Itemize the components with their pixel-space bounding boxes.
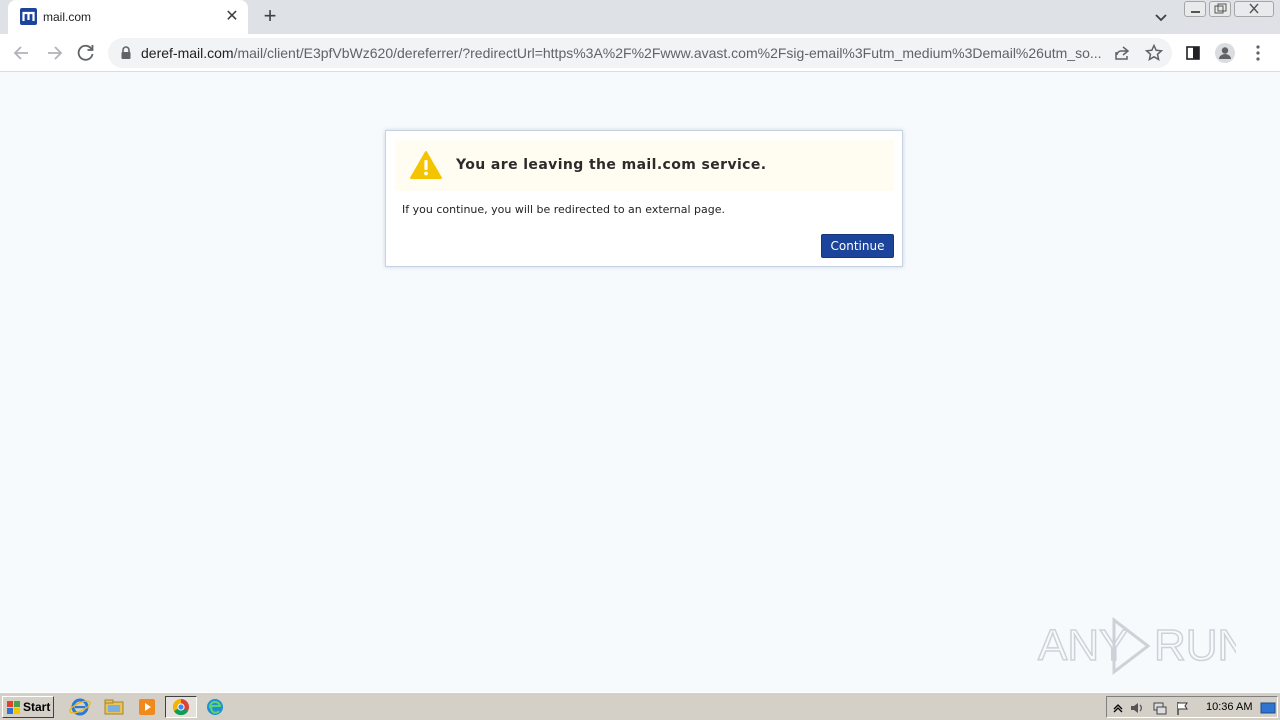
- new-tab-button[interactable]: +: [258, 5, 282, 29]
- share-icon[interactable]: [1112, 43, 1132, 63]
- url-path: /mail/client/E3pfVbWz620/dereferrer/?red…: [233, 45, 1101, 61]
- media-player-icon[interactable]: [135, 696, 159, 718]
- page-content: You are leaving the mail.com service. If…: [0, 72, 1280, 692]
- start-button[interactable]: Start: [2, 696, 54, 718]
- windows-flag-icon: [7, 701, 20, 714]
- tab-search-chevron-icon[interactable]: [1150, 7, 1172, 27]
- back-arrow-icon[interactable]: [8, 39, 36, 67]
- url-host: deref-mail.com: [141, 45, 234, 61]
- taskbar: Start 10:36 AM: [0, 692, 1280, 720]
- edge-icon[interactable]: [203, 696, 227, 718]
- dialog-message: If you continue, you will be redirected …: [402, 203, 725, 216]
- dialog-header: You are leaving the mail.com service.: [395, 140, 894, 191]
- warning-icon: [410, 151, 442, 179]
- tab-mail-com[interactable]: mail.com ✕: [8, 0, 248, 34]
- address-bar[interactable]: deref-mail.com/mail/client/E3pfVbWz620/d…: [108, 38, 1172, 68]
- action-center-flag-icon[interactable]: [1175, 700, 1191, 716]
- minimize-button[interactable]: [1184, 1, 1206, 17]
- url-text[interactable]: deref-mail.com/mail/client/E3pfVbWz620/d…: [141, 45, 1101, 61]
- forward-arrow-icon[interactable]: [40, 39, 68, 67]
- menu-kebab-icon[interactable]: [1247, 42, 1269, 64]
- chrome-icon: [172, 698, 189, 716]
- lock-icon: [121, 46, 131, 59]
- internet-explorer-icon[interactable]: [68, 696, 92, 718]
- start-label: Start: [23, 700, 51, 714]
- anyrun-watermark: ANY RUN: [1037, 616, 1236, 676]
- browser-toolbar: deref-mail.com/mail/client/E3pfVbWz620/d…: [0, 34, 1280, 72]
- restore-icon: [1214, 3, 1227, 14]
- network-icon[interactable]: [1152, 700, 1168, 716]
- tab-strip: mail.com ✕ +: [0, 0, 1280, 34]
- clock: 10:36 AM: [1206, 701, 1253, 713]
- bookmark-star-icon[interactable]: [1144, 43, 1164, 63]
- system-tray: 10:36 AM: [1106, 696, 1278, 718]
- close-window-button[interactable]: [1234, 1, 1274, 17]
- volume-icon[interactable]: [1129, 700, 1145, 716]
- leaving-service-dialog: You are leaving the mail.com service. If…: [385, 130, 903, 267]
- tray-expand-icon[interactable]: [1110, 700, 1126, 716]
- file-explorer-icon[interactable]: [102, 696, 126, 718]
- continue-button[interactable]: Continue: [821, 234, 894, 258]
- reload-icon[interactable]: [72, 39, 100, 67]
- mail-com-logo-icon: [20, 8, 37, 25]
- chrome-taskbar-button[interactable]: [165, 696, 197, 718]
- restore-button[interactable]: [1209, 1, 1231, 17]
- tab-close-icon[interactable]: ✕: [222, 7, 242, 27]
- tab-title: mail.com: [43, 10, 92, 24]
- close-icon: [1249, 3, 1259, 14]
- watermark-text-right: RUN: [1154, 621, 1236, 670]
- side-panel-icon[interactable]: [1182, 42, 1204, 64]
- profile-avatar-icon[interactable]: [1214, 42, 1236, 64]
- minimize-icon: [1191, 11, 1200, 13]
- dialog-title: You are leaving the mail.com service.: [456, 157, 767, 173]
- show-desktop-icon[interactable]: [1260, 700, 1276, 716]
